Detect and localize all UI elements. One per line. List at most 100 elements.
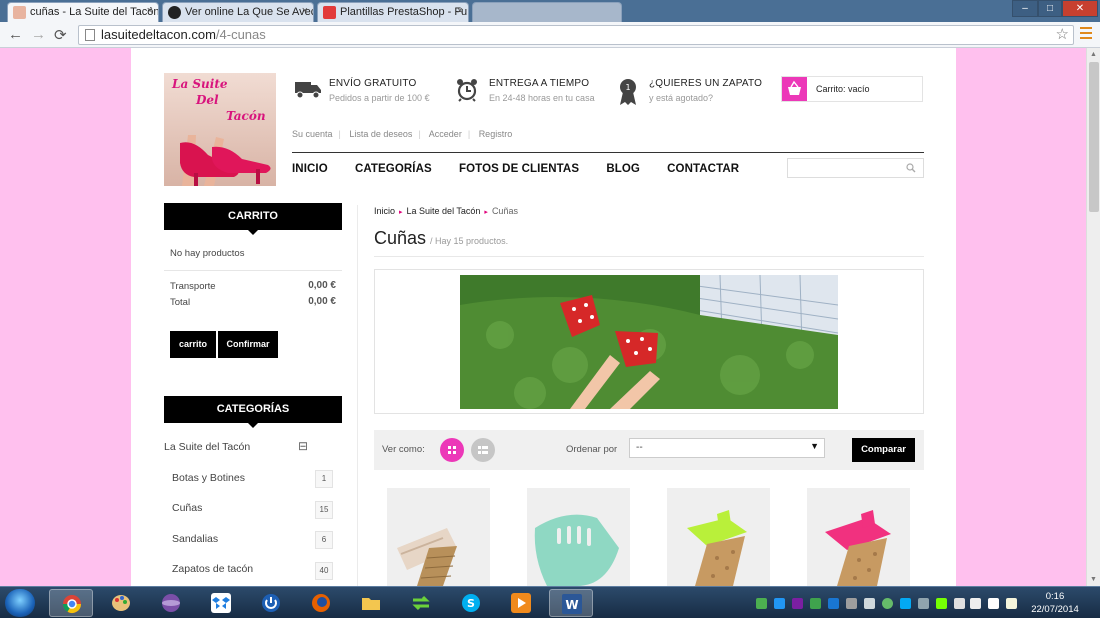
close-tab-icon[interactable]: ×	[147, 5, 153, 17]
compare-button[interactable]: Comparar	[852, 438, 915, 462]
tray-app-icon[interactable]	[774, 598, 785, 609]
link-my-account[interactable]: Su cuenta	[292, 129, 333, 139]
sync-arrows-icon	[412, 595, 430, 611]
category-count-badge: 15	[315, 501, 333, 519]
search-icon[interactable]	[906, 163, 916, 173]
link-login[interactable]: Acceder	[429, 129, 462, 139]
clock-date: 22/07/2014	[1031, 604, 1079, 615]
tray-dropbox-icon[interactable]	[900, 598, 911, 609]
window-minimize-button[interactable]: –	[1012, 0, 1038, 17]
menu-item-inicio[interactable]: INICIO	[292, 163, 328, 175]
collapse-toggle-icon[interactable]: ⊟	[298, 439, 308, 453]
category-item-sandalias[interactable]: Sandalias	[172, 533, 218, 545]
page-scrollbar[interactable]: ▲ ▼	[1086, 48, 1100, 586]
link-wishlist[interactable]: Lista de deseos	[349, 129, 412, 139]
close-tab-icon[interactable]: ×	[302, 5, 308, 17]
menu-item-blog[interactable]: BLOG	[606, 163, 640, 175]
tray-flag-icon[interactable]	[988, 598, 999, 609]
window-close-button[interactable]: ✕	[1062, 0, 1098, 17]
grid-view-icon[interactable]	[440, 438, 464, 462]
taskbar-media-app[interactable]	[149, 589, 193, 617]
reload-icon[interactable]: ⟳	[54, 26, 67, 44]
tray-app-icon[interactable]	[846, 598, 857, 609]
tab-blurred[interactable]	[472, 2, 622, 22]
site-logo[interactable]: La Suite Del Tacón	[164, 73, 276, 186]
tray-app-icon[interactable]	[828, 598, 839, 609]
confirm-button[interactable]: Confirmar	[218, 331, 278, 358]
category-item-botas-y-botines[interactable]: Botas y Botines	[172, 472, 245, 484]
site-favicon-icon	[323, 6, 336, 19]
category-item-zapatos-de-tacon[interactable]: Zapatos de tacón	[172, 563, 253, 575]
tray-app-icon[interactable]	[756, 598, 767, 609]
total-label: Total	[170, 297, 191, 308]
column-divider	[357, 205, 358, 586]
taskbar-sync-app[interactable]	[399, 589, 443, 617]
breadcrumb-parent[interactable]: La Suite del Tacón	[407, 206, 481, 216]
category-root[interactable]: La Suite del Tacón	[164, 441, 250, 453]
menu-item-contactar[interactable]: CONTACTAR	[667, 163, 739, 175]
chevron-down-icon: ▼	[810, 441, 819, 451]
tray-notification-icon[interactable]	[1006, 598, 1017, 609]
feature-title: ENTREGA A TIEMPO	[489, 78, 590, 89]
breadcrumb-home[interactable]: Inicio	[374, 206, 395, 216]
tab-ver-online[interactable]: Ver online La Que Se Aveci ×	[162, 2, 314, 22]
nav-divider	[292, 152, 924, 153]
taskbar-file-explorer[interactable]	[349, 589, 393, 617]
product-thumbnail[interactable]	[387, 488, 490, 586]
category-item-cunas[interactable]: Cuñas	[172, 502, 202, 514]
site-favicon-icon	[168, 6, 181, 19]
window-maximize-button[interactable]: □	[1038, 0, 1062, 17]
tray-app-icon[interactable]	[864, 598, 875, 609]
product-thumbnail[interactable]	[807, 488, 910, 586]
tray-app-icon[interactable]	[918, 598, 929, 609]
search-input[interactable]	[787, 158, 924, 178]
svg-text:1: 1	[625, 83, 630, 92]
tray-nvidia-icon[interactable]	[936, 598, 947, 609]
tray-app-icon[interactable]	[882, 598, 893, 609]
menu-item-categorias[interactable]: CATEGORÍAS	[355, 163, 432, 175]
sort-select[interactable]: -- ▼	[629, 438, 825, 458]
taskbar-word[interactable]: W	[549, 589, 593, 617]
taskbar-power-app[interactable]	[249, 589, 293, 617]
taskbar-paint[interactable]	[99, 589, 143, 617]
link-register[interactable]: Registro	[479, 129, 513, 139]
tray-onenote-icon[interactable]	[792, 598, 803, 609]
tray-volume-icon[interactable]	[970, 598, 981, 609]
windows-taskbar: S W 0:16 22/07/2014	[0, 586, 1100, 618]
system-clock[interactable]: 0:16 22/07/2014	[1030, 590, 1080, 616]
forward-arrow-icon[interactable]: →	[31, 26, 46, 43]
address-bar[interactable]: lasuitedeltacon.com/4-cunas ☆	[78, 25, 1074, 45]
alarm-clock-icon	[457, 79, 477, 102]
tray-app-icon[interactable]	[810, 598, 821, 609]
close-tab-icon[interactable]: ×	[457, 5, 463, 17]
taskbar-firefox[interactable]	[299, 589, 343, 617]
taskbar-dropbox[interactable]	[199, 589, 243, 617]
header-cart[interactable]: Carrito: vacío	[781, 76, 923, 102]
taskbar-skype[interactable]: S	[449, 589, 493, 617]
taskbar-media-player[interactable]	[499, 589, 543, 617]
url-path: /4-cunas	[215, 27, 266, 42]
list-view-icon[interactable]	[471, 438, 495, 462]
taskbar-chrome[interactable]	[49, 589, 93, 617]
tab-label: cuñas - La Suite del Tacón	[30, 6, 159, 18]
power-icon	[262, 594, 280, 612]
product-thumbnail[interactable]	[527, 488, 630, 586]
start-button[interactable]	[5, 589, 35, 617]
scroll-up-icon[interactable]: ▲	[1090, 51, 1097, 58]
cart-button[interactable]: carrito	[170, 331, 216, 358]
feature-title: ENVÍO GRATUITO	[329, 78, 417, 89]
bookmark-star-icon[interactable]: ☆	[1056, 26, 1069, 44]
cart-block-title: CARRITO	[164, 203, 342, 235]
browser-menu-icon[interactable]	[1080, 27, 1092, 42]
scroll-down-icon[interactable]: ▼	[1090, 576, 1097, 583]
back-arrow-icon[interactable]: ←	[8, 26, 23, 43]
play-icon	[511, 593, 531, 613]
tab-plantillas-prestashop[interactable]: Plantillas PrestaShop - Fu ×	[317, 2, 469, 22]
breadcrumb: Inicio ▸ La Suite del Tacón ▸ Cuñas	[374, 206, 518, 216]
tray-network-icon[interactable]	[954, 598, 965, 609]
site-favicon-icon	[13, 6, 26, 19]
menu-item-fotos-de-clientas[interactable]: FOTOS DE CLIENTAS	[459, 163, 579, 175]
tab-la-suite-del-tacon[interactable]: cuñas - La Suite del Tacón ×	[7, 2, 159, 22]
product-thumbnail[interactable]	[667, 488, 770, 586]
scrollbar-thumb[interactable]	[1089, 62, 1099, 212]
